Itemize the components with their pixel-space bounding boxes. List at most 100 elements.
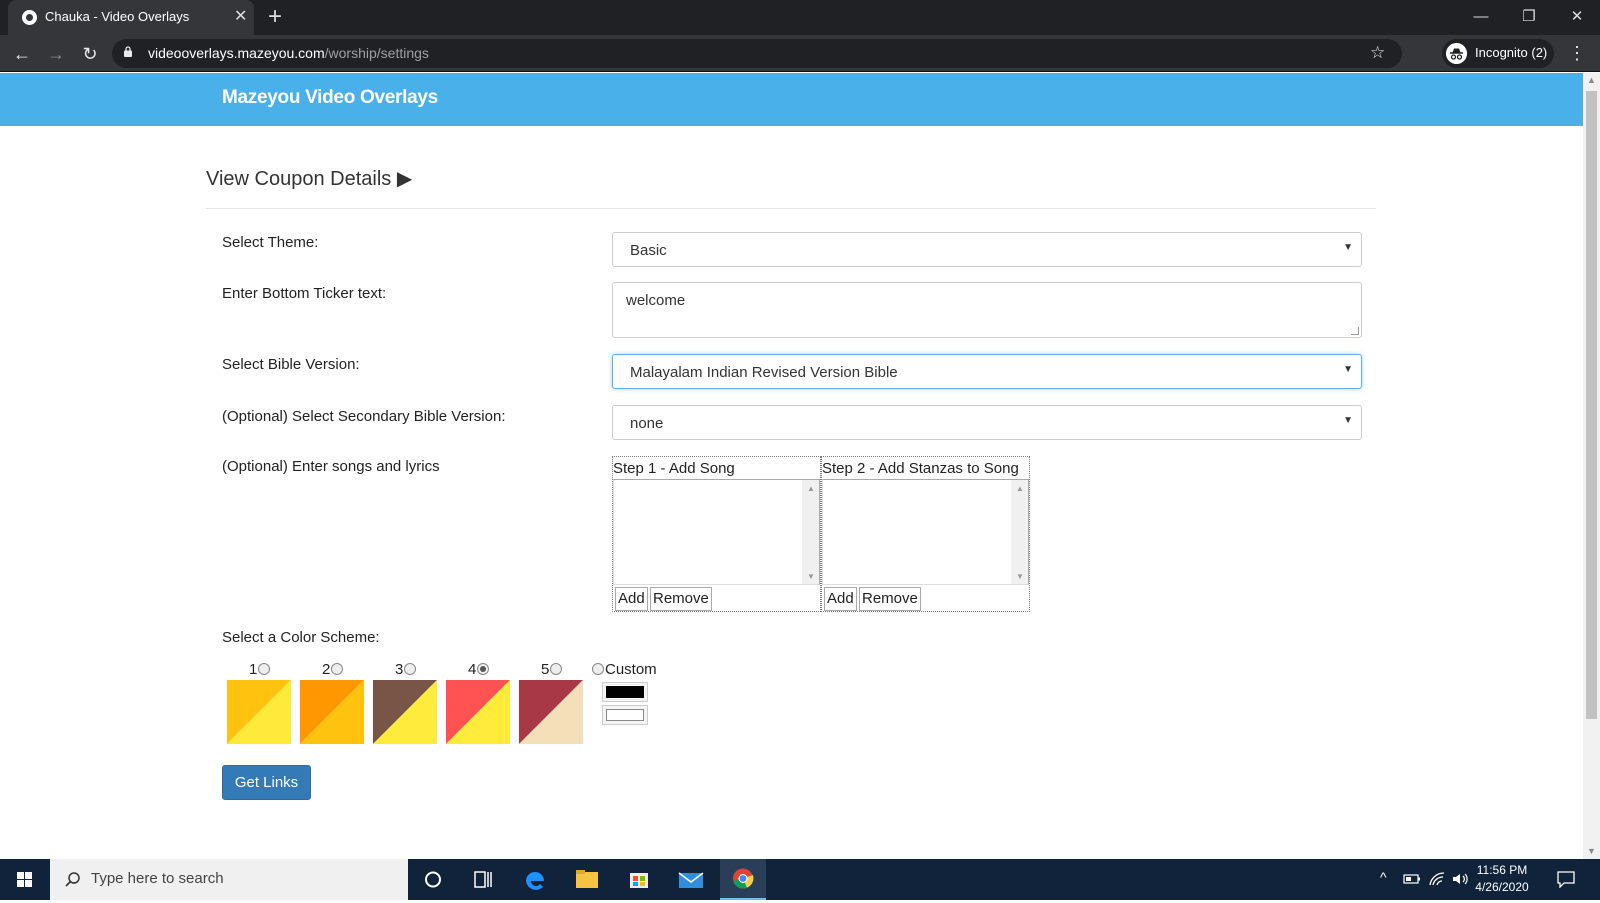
more-menu-icon[interactable]: ⋮ [1568,43,1586,63]
notifications-icon[interactable] [1556,870,1576,888]
resize-grip-icon[interactable] [1351,327,1359,335]
scheme-radio[interactable] [550,663,562,675]
divider [206,208,1376,209]
color-scheme-label: Select a Color Scheme: [222,629,380,646]
secondary-bible-select[interactable]: none ▼ [612,405,1362,440]
globe-icon [22,10,37,25]
windows-taskbar: Type here to search ^ 11:56 PM 4/26/2020 [0,859,1600,900]
minimize-button[interactable]: — [1466,5,1496,29]
cortana-icon[interactable] [410,859,456,900]
expand-arrow-icon: ▶ [396,168,413,190]
close-tab-icon[interactable]: ✕ [234,7,247,27]
scheme-swatch[interactable] [519,680,583,744]
add-song-button[interactable]: Add [615,587,648,611]
step1-caption: Step 1 - Add Song [613,460,735,477]
store-icon[interactable] [616,859,662,900]
get-links-button[interactable]: Get Links [222,765,311,800]
taskbar-search-box[interactable]: Type here to search [50,859,408,900]
reload-icon[interactable]: ↻ [79,43,101,65]
chevron-down-icon: ▼ [1343,364,1353,375]
bible-version-value: Malayalam Indian Revised Version Bible [630,364,898,381]
songs-label: (Optional) Enter songs and lyrics [222,458,440,475]
clock-time: 11:56 PM [1476,863,1528,877]
incognito-profile-button[interactable]: Incognito (2) [1442,39,1554,68]
search-placeholder: Type here to search [91,870,224,887]
search-icon [65,872,80,887]
bookmark-star-icon[interactable]: ☆ [1370,43,1385,63]
ticker-label: Enter Bottom Ticker text: [222,285,387,302]
scheme-swatch[interactable] [446,680,510,744]
scheme-radio[interactable] [331,663,343,675]
theme-label: Select Theme: [222,234,319,251]
address-bar[interactable]: videooverlays.mazeyou.com/worship/settin… [112,39,1402,68]
url-path: /worship/settings [324,45,429,61]
custom-scheme-option[interactable]: Custom [592,661,672,731]
browser-tab[interactable]: Chauka - Video Overlays ✕ [8,0,254,35]
lock-icon [124,46,132,57]
restore-button[interactable]: ❐ [1514,5,1544,29]
edge-icon[interactable] [512,859,558,900]
theme-select[interactable]: Basic ▼ [612,232,1362,267]
brand-title[interactable]: Mazeyou Video Overlays [222,87,438,109]
mail-icon[interactable] [668,859,714,900]
listbox-scrollbar[interactable]: ▲ ▼ [1011,480,1028,584]
forward-icon[interactable]: → [45,43,67,65]
scroll-up-icon[interactable]: ▲ [1587,75,1596,85]
custom-color-1-swatch [606,686,644,698]
page-scrollbar[interactable]: ▲ ▼ [1583,73,1600,859]
custom-scheme-label: Custom [605,661,657,678]
back-icon[interactable]: ← [11,43,33,65]
scheme-swatch[interactable] [227,680,291,744]
remove-stanza-button[interactable]: Remove [859,587,921,611]
scheme-number: 5 [541,661,550,678]
scheme-radio[interactable] [477,663,489,675]
clock-date: 4/26/2020 [1475,880,1529,894]
task-view-icon[interactable] [460,859,506,900]
add-stanza-button[interactable]: Add [824,587,857,611]
stanza-list-panel: Step 2 - Add Stanzas to Song ▲ ▼ Add Remo… [821,456,1030,612]
chrome-taskbar-button[interactable] [720,859,766,900]
file-explorer-icon[interactable] [564,859,610,900]
window-close-button[interactable]: ✕ [1562,5,1592,29]
new-tab-button[interactable]: + [268,3,282,31]
wifi-icon[interactable] [1428,871,1446,887]
url-host: videooverlays.mazeyou.com [148,45,325,61]
battery-icon[interactable] [1403,872,1421,886]
custom-color-1-input[interactable] [602,682,648,702]
secondary-bible-label: (Optional) Select Secondary Bible Versio… [222,408,506,425]
browser-tab-strip: Chauka - Video Overlays ✕ + — ❐ ✕ [0,0,1600,35]
profile-label: Incognito (2) [1475,45,1548,60]
browser-toolbar: ← → ↻ videooverlays.mazeyou.com/worship/… [0,35,1600,72]
ticker-value: welcome [626,292,686,309]
stanza-listbox[interactable]: ▲ ▼ [822,479,1029,585]
custom-scheme-radio[interactable] [592,663,604,675]
incognito-icon [1446,43,1467,64]
ticker-textarea[interactable]: welcome [612,282,1362,338]
tab-title: Chauka - Video Overlays [45,9,190,24]
scheme-number: 4 [468,661,477,678]
song-listbox[interactable]: ▲ ▼ [613,479,820,585]
scheme-radio[interactable] [258,663,270,675]
custom-color-2-input[interactable] [602,705,648,725]
url-text: videooverlays.mazeyou.com/worship/settin… [148,45,429,61]
windows-start-icon[interactable] [0,859,50,900]
scheme-number: 2 [322,661,331,678]
scheme-radio[interactable] [404,663,416,675]
scroll-down-icon[interactable]: ▼ [1587,846,1596,856]
step2-caption: Step 2 - Add Stanzas to Song [822,460,1019,477]
chevron-down-icon: ▼ [1343,242,1353,253]
scrollbar-thumb[interactable] [1586,91,1597,719]
show-hidden-icons-icon[interactable]: ^ [1380,869,1387,885]
scheme-number: 1 [249,661,258,678]
scheme-number: 3 [395,661,404,678]
system-clock[interactable]: 11:56 PM 4/26/2020 [1462,862,1542,896]
theme-value: Basic [630,242,667,259]
listbox-scrollbar[interactable]: ▲ ▼ [802,480,819,584]
scheme-swatch[interactable] [300,680,364,744]
site-header: Mazeyou Video Overlays [0,73,1583,126]
song-list-panel: Step 1 - Add Song ▲ ▼ Add Remove [612,456,821,612]
scheme-swatch[interactable] [373,680,437,744]
remove-song-button[interactable]: Remove [650,587,712,611]
view-coupon-details-toggle[interactable]: View Coupon Details ▶ [206,166,412,191]
bible-version-select[interactable]: Malayalam Indian Revised Version Bible ▼ [612,354,1362,389]
